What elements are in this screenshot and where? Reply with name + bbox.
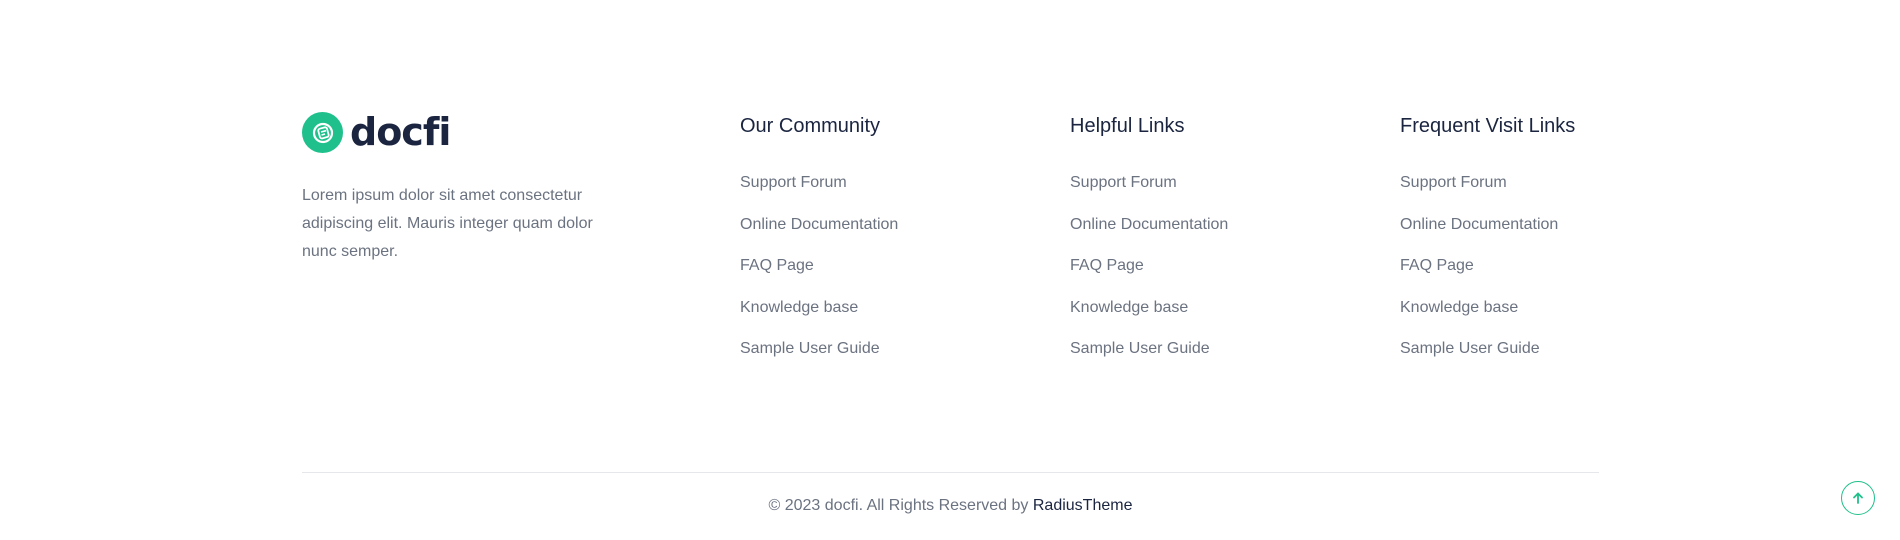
- list-item: Support Forum: [1400, 173, 1575, 215]
- footer-link-sample-user-guide[interactable]: Sample User Guide: [1400, 340, 1540, 357]
- list-item: Knowledge base: [1400, 298, 1575, 340]
- link-list: Support Forum Online Documentation FAQ P…: [1070, 173, 1228, 381]
- list-item: Knowledge base: [740, 298, 898, 340]
- list-item: Sample User Guide: [1400, 339, 1575, 381]
- list-item: Support Forum: [1070, 173, 1228, 215]
- list-item: Sample User Guide: [740, 339, 898, 381]
- footer-link-knowledge-base[interactable]: Knowledge base: [1400, 299, 1518, 316]
- footer-link-knowledge-base[interactable]: Knowledge base: [740, 299, 858, 316]
- list-item: Online Documentation: [1400, 215, 1575, 257]
- column-title: Helpful Links: [1070, 115, 1185, 137]
- footer-link-support-forum[interactable]: Support Forum: [1400, 174, 1507, 191]
- footer-link-online-documentation[interactable]: Online Documentation: [1070, 216, 1228, 233]
- list-item: Online Documentation: [1070, 215, 1228, 257]
- footer-link-online-documentation[interactable]: Online Documentation: [1400, 216, 1558, 233]
- footer-link-online-documentation[interactable]: Online Documentation: [740, 216, 898, 233]
- footer-link-sample-user-guide[interactable]: Sample User Guide: [1070, 340, 1210, 357]
- footer-link-knowledge-base[interactable]: Knowledge base: [1070, 299, 1188, 316]
- footer-link-support-forum[interactable]: Support Forum: [740, 174, 847, 191]
- footer-brand: docfi Lorem ipsum dolor sit amet consect…: [302, 112, 662, 282]
- footer-column-community: Our Community Support Forum Online Docum…: [740, 112, 898, 381]
- list-item: FAQ Page: [1400, 256, 1575, 298]
- site-footer: docfi Lorem ipsum dolor sit amet consect…: [302, 0, 1599, 540]
- list-item: FAQ Page: [1070, 256, 1228, 298]
- column-title: Our Community: [740, 115, 881, 137]
- footer-link-faq-page[interactable]: FAQ Page: [740, 257, 814, 274]
- footer-column-helpful-links: Helpful Links Support Forum Online Docum…: [1070, 112, 1228, 381]
- footer-link-faq-page[interactable]: FAQ Page: [1070, 257, 1144, 274]
- footer-link-support-forum[interactable]: Support Forum: [1070, 174, 1177, 191]
- footer-logo[interactable]: docfi: [302, 112, 662, 153]
- footer-divider: [302, 472, 1599, 473]
- column-title: Frequent Visit Links: [1400, 115, 1576, 137]
- list-item: Sample User Guide: [1070, 339, 1228, 381]
- list-item: FAQ Page: [740, 256, 898, 298]
- list-item: Knowledge base: [1070, 298, 1228, 340]
- logo-wordmark: docfi: [350, 110, 451, 154]
- link-list: Support Forum Online Documentation FAQ P…: [740, 173, 898, 381]
- docfi-logo-icon: [302, 112, 343, 153]
- footer-description: Lorem ipsum dolor sit amet consectetur a…: [302, 187, 593, 260]
- footer-link-sample-user-guide[interactable]: Sample User Guide: [740, 340, 880, 357]
- copyright-label: © 2023 docfi. All Rights Reserved by: [768, 497, 1033, 514]
- arrow-up-icon: [1850, 490, 1866, 506]
- back-to-top-button[interactable]: [1841, 481, 1875, 515]
- list-item: Online Documentation: [740, 215, 898, 257]
- author-link[interactable]: RadiusTheme: [1033, 497, 1133, 514]
- footer-link-faq-page[interactable]: FAQ Page: [1400, 257, 1474, 274]
- copyright-text: © 2023 docfi. All Rights Reserved by Rad…: [302, 495, 1599, 517]
- footer-column-frequent-visit-links: Frequent Visit Links Support Forum Onlin…: [1400, 112, 1575, 381]
- list-item: Support Forum: [740, 173, 898, 215]
- link-list: Support Forum Online Documentation FAQ P…: [1400, 173, 1575, 381]
